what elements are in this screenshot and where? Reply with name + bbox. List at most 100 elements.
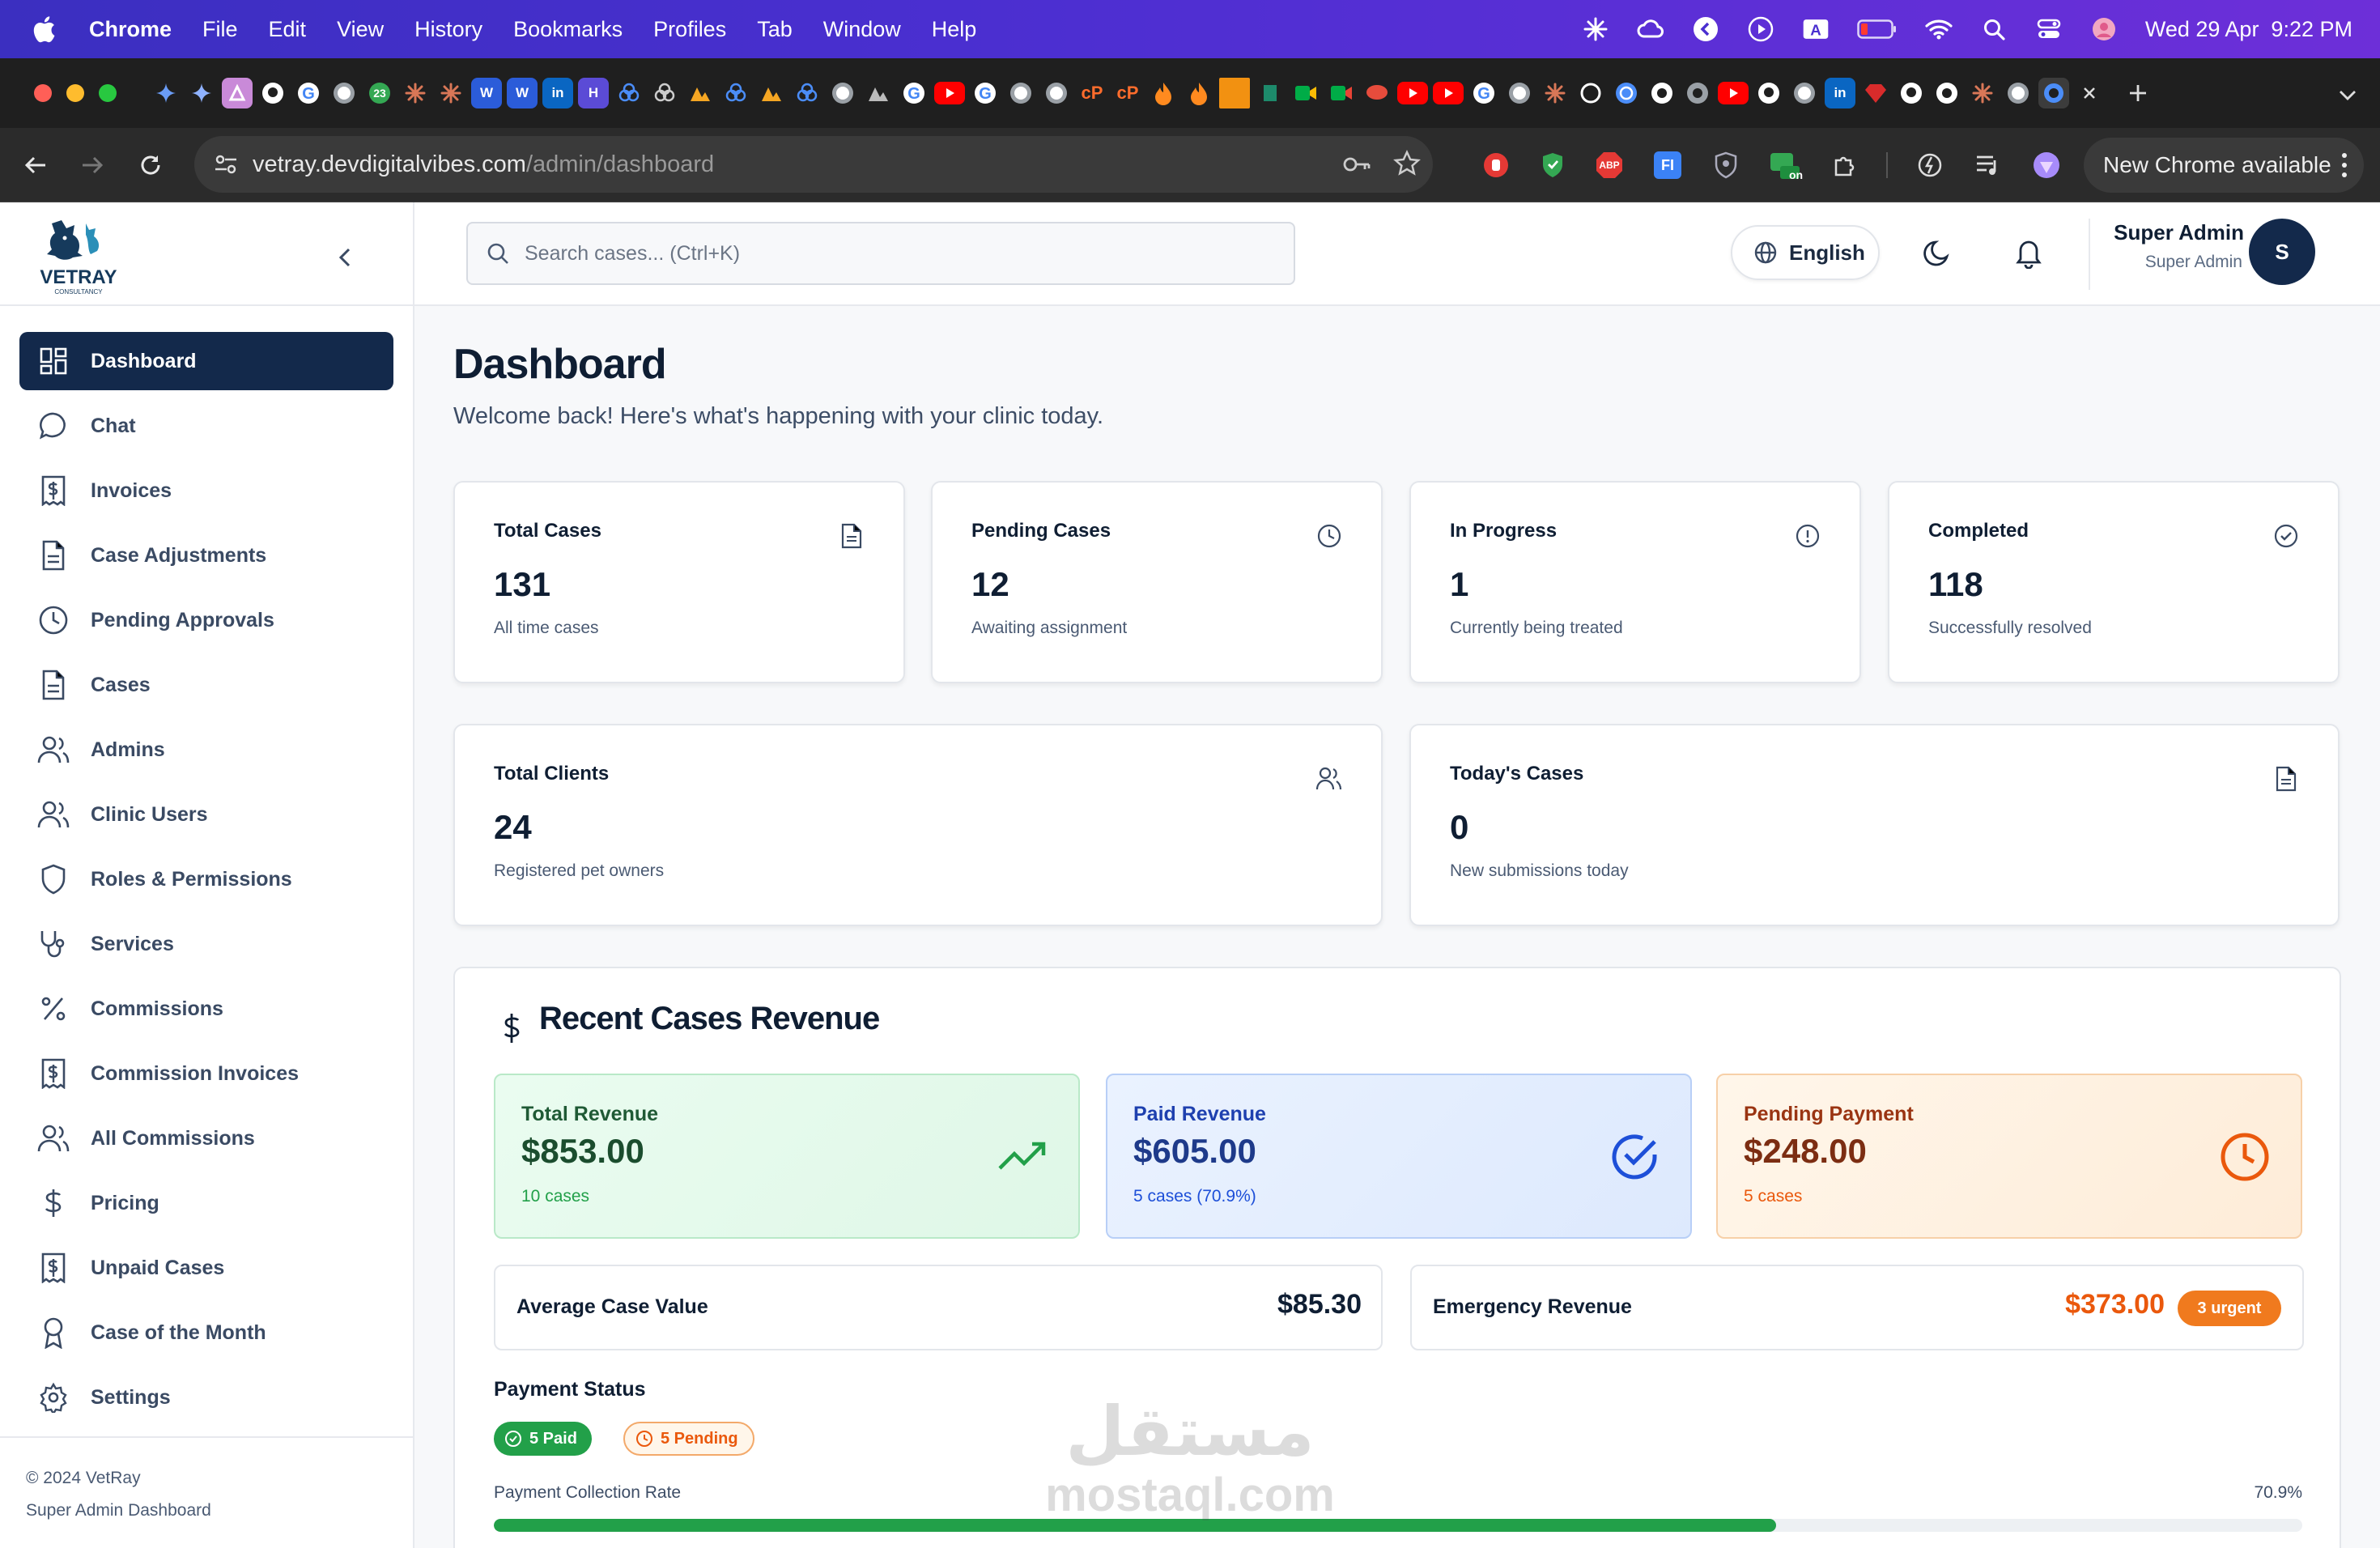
- cluster-tab-icon[interactable]: [614, 78, 644, 108]
- hubspot-tab-icon[interactable]: H: [578, 78, 609, 108]
- globe-tab-icon[interactable]: [329, 78, 359, 108]
- github-tab-icon[interactable]: [1896, 78, 1927, 108]
- search-box[interactable]: [466, 222, 1295, 285]
- extension-meet-icon[interactable]: on: [1766, 147, 1803, 183]
- sidebar-item-commissions[interactable]: Commissions: [19, 980, 393, 1038]
- user-name[interactable]: Super Admin: [2106, 220, 2244, 245]
- menubar-edit[interactable]: Edit: [269, 17, 307, 42]
- sidebar-item-cases[interactable]: Cases: [19, 656, 393, 714]
- window-minimize-button[interactable]: [66, 84, 84, 102]
- creative-cloud-icon[interactable]: [1637, 15, 1664, 43]
- linkedin-tab-icon[interactable]: in: [542, 78, 573, 108]
- stat-card-in-progress[interactable]: In Progress 1 Currently being treated: [1409, 481, 1861, 683]
- counter-tab-icon[interactable]: 23: [364, 78, 395, 108]
- language-switcher[interactable]: English: [1731, 225, 1880, 280]
- menubar-file[interactable]: File: [202, 17, 238, 42]
- sidebar-item-invoices[interactable]: Invoices: [19, 461, 393, 520]
- wifi-icon[interactable]: [1925, 15, 1953, 43]
- globe-tab-icon[interactable]: [1789, 78, 1820, 108]
- back-arrow-icon[interactable]: [18, 147, 53, 183]
- sidebar-item-admins[interactable]: Admins: [19, 721, 393, 779]
- github-tab-icon[interactable]: [1753, 78, 1784, 108]
- media-queue-icon[interactable]: [1970, 147, 2006, 183]
- extension-hand-icon[interactable]: [1478, 147, 1514, 183]
- youtube-tab-icon[interactable]: [934, 82, 965, 104]
- forward-arrow-icon[interactable]: [74, 147, 110, 183]
- gemini-tab-icon[interactable]: [186, 78, 217, 108]
- chat-bubble-tab-icon[interactable]: [1362, 78, 1392, 108]
- pending-payment-card[interactable]: Pending Payment $248.00 5 cases: [1716, 1074, 2302, 1239]
- stat-card-completed[interactable]: Completed 118 Successfully resolved: [1888, 481, 2340, 683]
- mountain-tab-icon[interactable]: [863, 78, 894, 108]
- linkedin-tab-icon[interactable]: in: [1825, 78, 1855, 108]
- chatgpt-tab-icon[interactable]: [1575, 78, 1606, 108]
- firebase-tab-icon[interactable]: [1148, 78, 1179, 108]
- globe-tab-icon[interactable]: [1005, 78, 1036, 108]
- globe-tab-icon[interactable]: [2003, 78, 2034, 108]
- menubar-bookmarks[interactable]: Bookmarks: [513, 17, 623, 42]
- sidebar-item-clinic-users[interactable]: Clinic Users: [19, 785, 393, 844]
- menubar-help[interactable]: Help: [932, 17, 977, 42]
- youtube-tab-icon[interactable]: [1718, 82, 1749, 104]
- dark-mode-moon-icon[interactable]: [1919, 233, 1957, 272]
- gem-tab-icon[interactable]: [1860, 78, 1891, 108]
- performance-icon[interactable]: [1912, 147, 1948, 183]
- meet-tab-icon[interactable]: [1290, 78, 1321, 108]
- extension-fi-icon[interactable]: FI: [1650, 147, 1685, 183]
- window-zoom-button[interactable]: [99, 84, 117, 102]
- stat-card-total-cases[interactable]: Total Cases 131 All time cases: [453, 481, 905, 683]
- sidebar-item-dashboard[interactable]: Dashboard: [19, 332, 393, 390]
- battery-icon[interactable]: [1857, 15, 1898, 43]
- bookmark-star-icon[interactable]: [1392, 149, 1422, 178]
- ledger-tab-icon[interactable]: [1255, 78, 1286, 108]
- password-key-icon[interactable]: [1342, 151, 1371, 178]
- google-tab-icon[interactable]: G: [899, 78, 929, 108]
- sidebar-item-services[interactable]: Services: [19, 915, 393, 973]
- word-tab-icon[interactable]: W: [471, 78, 502, 108]
- claude-tab-icon[interactable]: [1967, 78, 1998, 108]
- cpanel-tab-icon[interactable]: cP: [1112, 78, 1143, 108]
- extension-shield-outline-icon[interactable]: [1708, 147, 1744, 183]
- total-revenue-card[interactable]: Total Revenue $853.00 10 cases: [494, 1074, 1080, 1239]
- play-status-icon[interactable]: [1747, 15, 1774, 43]
- claude-tab-icon[interactable]: [436, 78, 466, 108]
- tab-search-chevron-icon[interactable]: [2331, 79, 2364, 112]
- new-chrome-available-button[interactable]: New Chrome available: [2084, 138, 2364, 193]
- address-url[interactable]: vetray.devdigitalvibes.com/admin/dashboa…: [253, 151, 714, 178]
- google-tab-icon[interactable]: G: [1468, 78, 1499, 108]
- mountain-tab-icon[interactable]: [685, 78, 716, 108]
- kebab-menu-icon[interactable]: [2341, 151, 2351, 180]
- pending-status-pill[interactable]: 5 Pending: [623, 1422, 754, 1456]
- menubar-app-name[interactable]: Chrome: [89, 17, 172, 42]
- window-close-button[interactable]: [34, 84, 52, 102]
- cluster-tab-icon[interactable]: [792, 78, 822, 108]
- word-tab-icon[interactable]: W: [507, 78, 538, 108]
- apple-menu-icon[interactable]: [31, 15, 57, 44]
- chrome-tab-icon[interactable]: [1682, 78, 1713, 108]
- avatar[interactable]: S: [2249, 219, 2315, 285]
- gemini-tab-icon[interactable]: [151, 78, 181, 108]
- keyboard-input-icon[interactable]: A: [1802, 15, 1830, 43]
- menubar-tab[interactable]: Tab: [757, 17, 793, 42]
- globe-tab-icon[interactable]: [1041, 78, 1072, 108]
- sidebar-item-roles-permissions[interactable]: Roles & Permissions: [19, 850, 393, 908]
- paid-revenue-card[interactable]: Paid Revenue $605.00 5 cases (70.9%): [1106, 1074, 1692, 1239]
- meet-tab-icon[interactable]: [1326, 78, 1357, 108]
- spotlight-search-icon[interactable]: [1980, 15, 2008, 43]
- stat-card-total-clients[interactable]: Total Clients 24 Registered pet owners: [453, 724, 1383, 926]
- extensions-puzzle-icon[interactable]: [1826, 147, 1862, 183]
- menubar-history[interactable]: History: [414, 17, 482, 42]
- sidebar-item-case-of-the-month[interactable]: Case of the Month: [19, 1303, 393, 1362]
- notifications-bell-icon[interactable]: [2009, 233, 2048, 272]
- collapse-sidebar-chevron-icon[interactable]: [327, 240, 363, 275]
- design-tab-icon[interactable]: [222, 78, 253, 108]
- sidebar-item-case-adjustments[interactable]: Case Adjustments: [19, 526, 393, 585]
- back-arrow-status-icon[interactable]: [1692, 15, 1719, 43]
- vetray-logo[interactable]: VETRAY CONSULTANCY: [32, 211, 138, 300]
- cpanel-tab-icon[interactable]: cP: [1077, 78, 1107, 108]
- firebase-tab-icon[interactable]: [1184, 78, 1214, 108]
- google-tab-icon[interactable]: G: [293, 78, 324, 108]
- cluster-tab-icon[interactable]: [649, 78, 680, 108]
- profile-status-icon[interactable]: [2090, 15, 2118, 43]
- extension-shield-icon[interactable]: [1535, 147, 1570, 183]
